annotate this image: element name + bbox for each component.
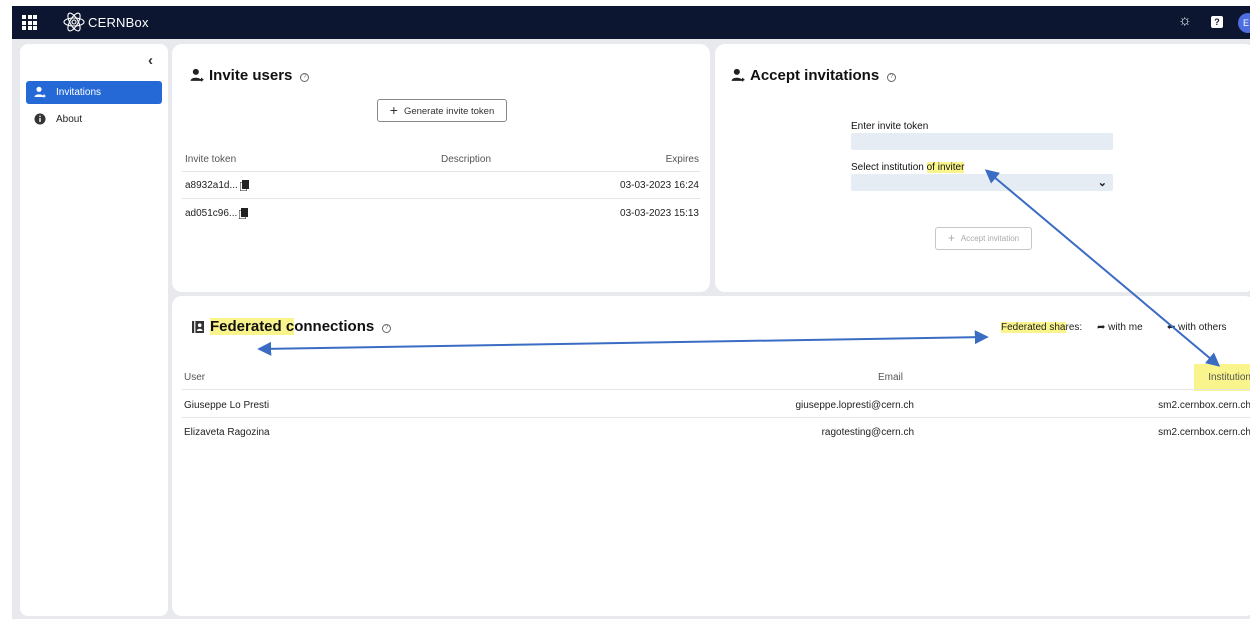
- sidebar-item-about[interactable]: About: [26, 108, 162, 131]
- reply-arrow-icon: ⬅: [1167, 322, 1176, 333]
- token-value: ad051c96...: [185, 208, 238, 219]
- user-plus-icon: [190, 68, 204, 82]
- expires-value: 03-03-2023 15:13: [620, 208, 699, 219]
- invite-token-label: Enter invite token: [851, 121, 929, 132]
- share-arrow-icon: ➦: [1097, 322, 1106, 333]
- app-window: CERNBox ☼ ? E ‹ Invitations About Invite…: [12, 6, 1250, 619]
- user-plus-icon: [34, 86, 46, 98]
- help-icon[interactable]: ?: [1211, 16, 1223, 28]
- copy-icon[interactable]: [241, 208, 249, 217]
- expires-value: 03-03-2023 16:24: [620, 180, 699, 191]
- federated-connections-card: Federated connections? Federated shares:…: [172, 296, 1250, 616]
- plus-icon: +: [389, 102, 398, 118]
- table-row: a8932a1d...: [185, 180, 249, 191]
- contacts-icon: [192, 321, 204, 333]
- user-avatar[interactable]: E: [1238, 13, 1250, 33]
- column-header: Invite token: [185, 154, 237, 165]
- user-email: ragotesting@cern.ch: [821, 427, 914, 438]
- shared-with-others-link[interactable]: ⬅ with others: [1167, 322, 1227, 333]
- invite-token-input[interactable]: [851, 133, 1113, 150]
- sidebar-item-label: Invitations: [56, 87, 102, 98]
- institution-label: Select institution of inviter: [851, 162, 965, 173]
- sidebar-item-invitations[interactable]: Invitations: [26, 81, 162, 104]
- accept-invitation-button[interactable]: + Accept invitation: [935, 227, 1032, 250]
- collapse-sidebar-icon[interactable]: ‹: [148, 52, 153, 69]
- user-name: Elizaveta Ragozina: [184, 427, 270, 438]
- federated-shares-label: Federated shares:: [1001, 322, 1083, 333]
- invite-users-title: Invite users?: [209, 67, 310, 84]
- user-institution: sm2.cernbox.cern.ch: [1158, 427, 1250, 438]
- column-header: User: [184, 372, 206, 383]
- invite-users-card: Invite users? + Generate invite token Inv…: [172, 44, 710, 292]
- generate-token-button[interactable]: + Generate invite token: [377, 99, 507, 122]
- chevron-down-icon: ⌄: [1097, 177, 1107, 189]
- column-header: Expires: [665, 154, 699, 165]
- user-email: giuseppe.lopresti@cern.ch: [795, 400, 914, 411]
- column-header: Institution: [1194, 364, 1250, 391]
- help-icon[interactable]: ?: [300, 73, 310, 82]
- app-switcher-icon[interactable]: [22, 15, 37, 30]
- user-plus-icon: [731, 68, 745, 82]
- sidebar-item-label: About: [56, 114, 83, 125]
- help-icon[interactable]: ?: [382, 324, 392, 333]
- user-name: Giuseppe Lo Presti: [184, 400, 270, 411]
- help-icon[interactable]: ?: [887, 73, 897, 82]
- institution-select[interactable]: ⌄: [851, 174, 1113, 191]
- info-icon: [34, 113, 46, 125]
- user-institution: sm2.cernbox.cern.ch: [1158, 400, 1250, 411]
- sidebar: ‹ Invitations About: [20, 44, 168, 616]
- table-row: ad051c96...: [185, 208, 249, 219]
- accept-invitations-title: Accept invitations?: [750, 67, 897, 84]
- plus-icon: +: [947, 231, 955, 245]
- copy-icon[interactable]: [241, 180, 249, 189]
- theme-toggle-icon[interactable]: ☼: [1178, 12, 1192, 29]
- federated-connections-title: Federated connections?: [210, 318, 392, 335]
- column-header: Email: [878, 372, 904, 383]
- accept-invitations-card: Accept invitations? Enter invite token S…: [715, 44, 1250, 292]
- token-value: a8932a1d...: [185, 180, 238, 191]
- top-bar: CERNBox ☼ ? E: [12, 6, 1250, 39]
- shared-with-me-link[interactable]: ➦ with me: [1097, 322, 1143, 333]
- cernbox-logo[interactable]: [62, 10, 86, 34]
- column-header: Description: [441, 154, 492, 165]
- brand-name: CERNBox: [88, 15, 149, 30]
